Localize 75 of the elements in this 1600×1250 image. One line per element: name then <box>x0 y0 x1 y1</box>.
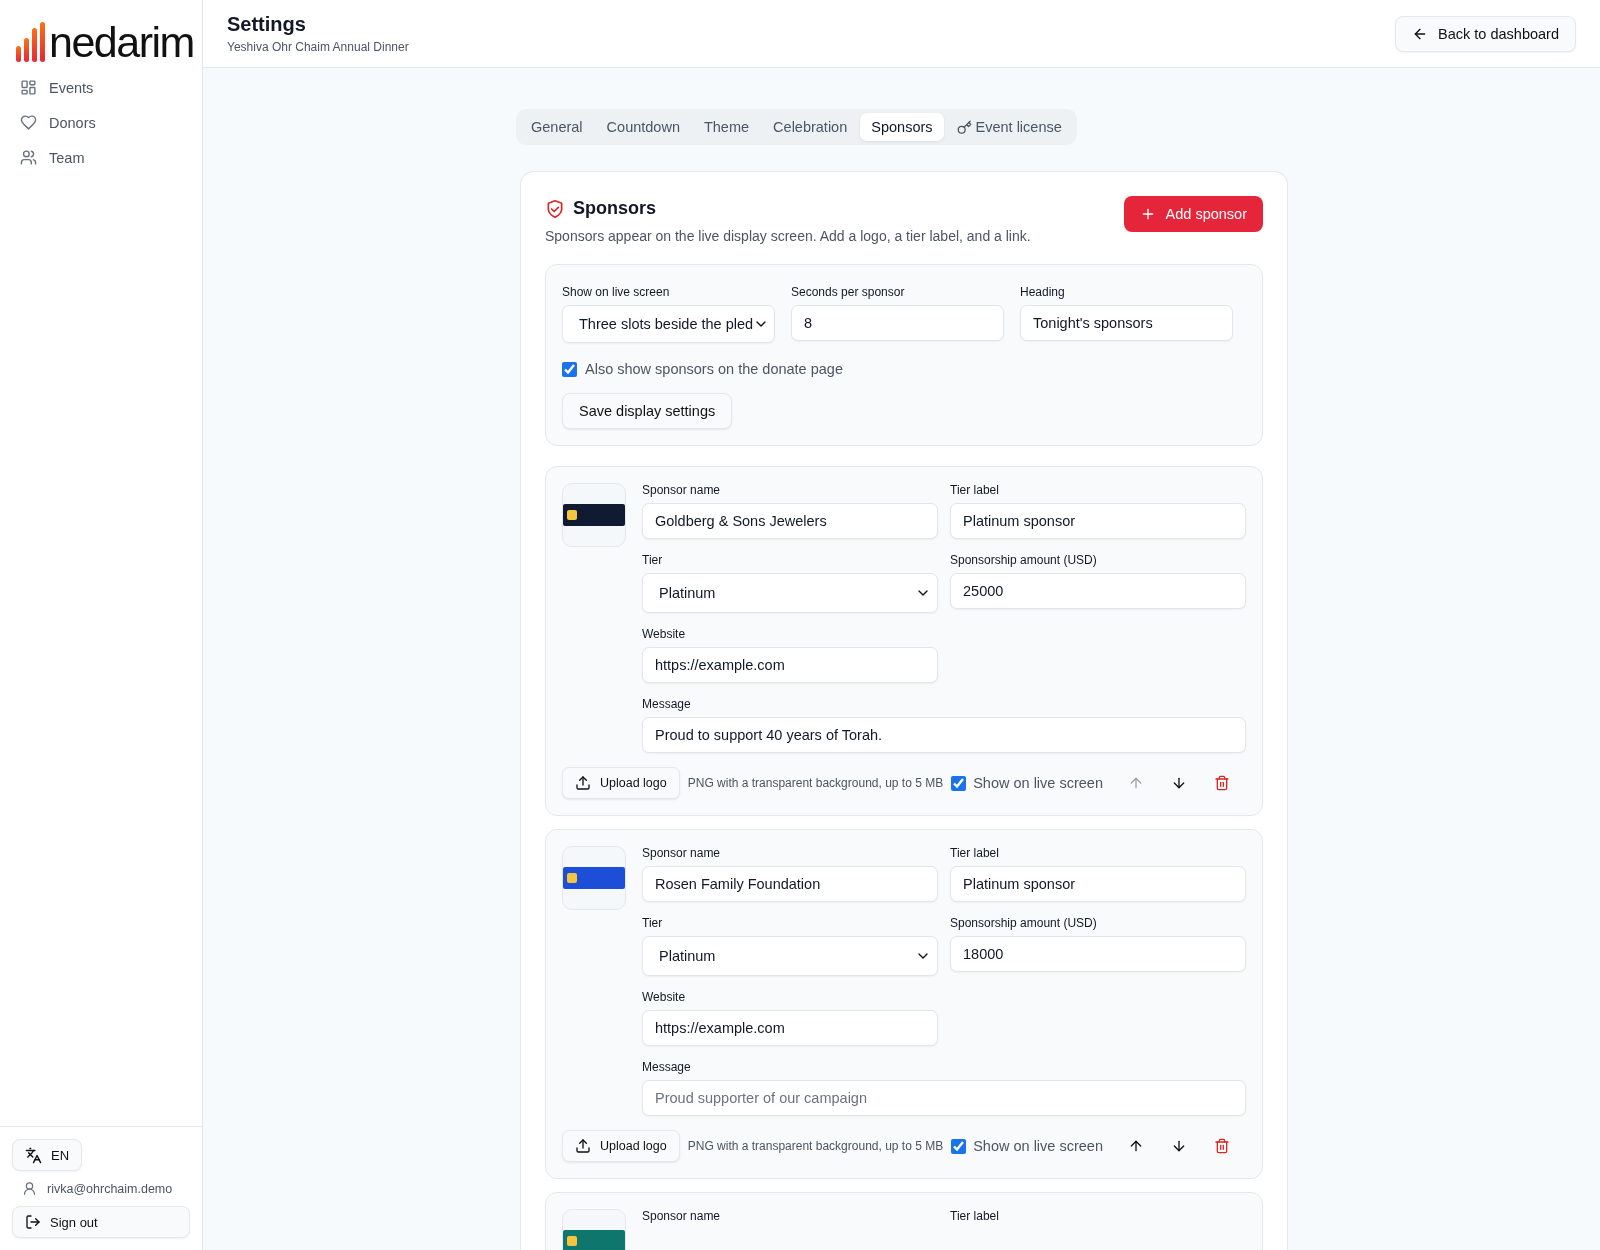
input-field[interactable]: 18000 <box>950 936 1246 972</box>
logout-icon <box>25 1214 41 1230</box>
sign-out-button[interactable]: Sign out <box>12 1206 190 1238</box>
field-label: Tier label <box>950 846 1000 860</box>
field-label: Sponsor name <box>642 1209 722 1223</box>
select-field[interactable]: Platinum <box>642 936 938 976</box>
input-field[interactable]: 8 <box>791 305 1004 341</box>
input-field[interactable]: Platinum sponsor <box>950 866 1246 902</box>
checkbox[interactable] <box>951 1138 967 1154</box>
upload-hint: PNG with a transparent background, up to 5 MB <box>687 776 944 790</box>
field-label: Heading <box>1020 285 1066 299</box>
sidebar-item[interactable]: Donors <box>12 107 190 138</box>
tab[interactable]: General <box>520 113 594 141</box>
input-field[interactable]: https://example.com <box>642 1010 938 1046</box>
field-label: Tier label <box>950 1209 1000 1223</box>
users-icon <box>20 149 37 166</box>
field-label: Website <box>642 627 687 641</box>
add-sponsor-button[interactable]: Add sponsor <box>1123 196 1263 232</box>
field-label: Sponsorship amount (USD) <box>950 553 1098 567</box>
key-icon <box>956 119 972 135</box>
field-label: Sponsorship amount (USD) <box>950 916 1098 930</box>
brand-name: nedarim <box>49 22 194 62</box>
heart-icon <box>20 114 37 131</box>
input-field[interactable]: Rosen Family Foundation <box>642 866 938 902</box>
tab[interactable]: Sponsors <box>860 113 944 141</box>
sidebar-item[interactable]: Team <box>12 142 190 173</box>
arrow-down-icon <box>1171 1138 1187 1154</box>
language-button[interactable]: EN <box>12 1139 83 1171</box>
upload-icon <box>575 775 591 791</box>
field-label: Tier <box>642 916 664 930</box>
upload-hint: PNG with a transparent background, up to 5 MB <box>687 1139 944 1153</box>
select-field[interactable]: Three slots beside the pled <box>562 305 775 343</box>
sidebar-item[interactable]: Events <box>12 72 190 103</box>
tab[interactable]: Event license <box>945 113 1073 141</box>
input-field[interactable]: Tonight's sponsors <box>1020 305 1233 341</box>
bar-chart-logo-icon <box>16 22 46 62</box>
upload-logo-button[interactable]: Upload logo <box>562 767 680 799</box>
field-label: Show on live screen <box>562 285 671 299</box>
input-field[interactable]: Proud supporter of our campaign <box>642 1080 1246 1116</box>
tab[interactable]: Theme <box>692 113 761 141</box>
panel-description: Sponsors appear on the live display screen. Add a logo, a tier label, and a link. <box>545 228 1031 244</box>
page-title: Settings <box>227 13 307 36</box>
field-label: Sponsor name <box>642 483 722 497</box>
back-button[interactable]: Back to dashboard <box>1395 15 1576 52</box>
save-display-settings-button[interactable]: Save display settings <box>562 393 733 429</box>
field-label: Message <box>642 697 692 711</box>
checkbox[interactable] <box>951 775 967 791</box>
field-label: Tier <box>642 553 664 567</box>
translate-icon <box>25 1146 42 1164</box>
select-field[interactable]: Platinum <box>642 573 938 613</box>
input-field[interactable]: https://example.com <box>642 647 938 683</box>
upload-icon <box>575 1138 591 1154</box>
user-icon <box>22 1181 37 1196</box>
checkbox[interactable] <box>562 361 577 377</box>
upload-logo-button[interactable]: Upload logo <box>562 1130 680 1162</box>
input-field[interactable]: 25000 <box>950 573 1246 609</box>
checkbox-label: Also show sponsors on the donate page <box>585 361 843 377</box>
input-field[interactable]: Goldberg & Sons Jewelers <box>642 503 938 539</box>
field-label: Website <box>642 990 687 1004</box>
tab[interactable]: Celebration <box>762 113 859 141</box>
user-email: rivka@ohrchaim.demo <box>47 1181 173 1196</box>
grid-icon <box>20 79 37 96</box>
checkbox-label: Show on live screen <box>973 775 1103 791</box>
checkbox-label: Show on live screen <box>973 1138 1103 1154</box>
input-field[interactable]: Proud to support 40 years of Torah. <box>642 717 1246 753</box>
trash-icon <box>1214 1138 1230 1154</box>
field-label: Message <box>642 1060 692 1074</box>
trash-icon <box>1214 775 1230 791</box>
input-field[interactable]: Platinum sponsor <box>950 503 1246 539</box>
field-label: Tier label <box>950 483 1000 497</box>
field-label: Seconds per sponsor <box>791 285 906 299</box>
panel-title: Sponsors <box>573 198 656 219</box>
page-subtitle: Yeshiva Ohr Chaim Annual Dinner <box>227 40 409 54</box>
tab[interactable]: Countdown <box>595 113 691 141</box>
field-label: Sponsor name <box>642 846 722 860</box>
